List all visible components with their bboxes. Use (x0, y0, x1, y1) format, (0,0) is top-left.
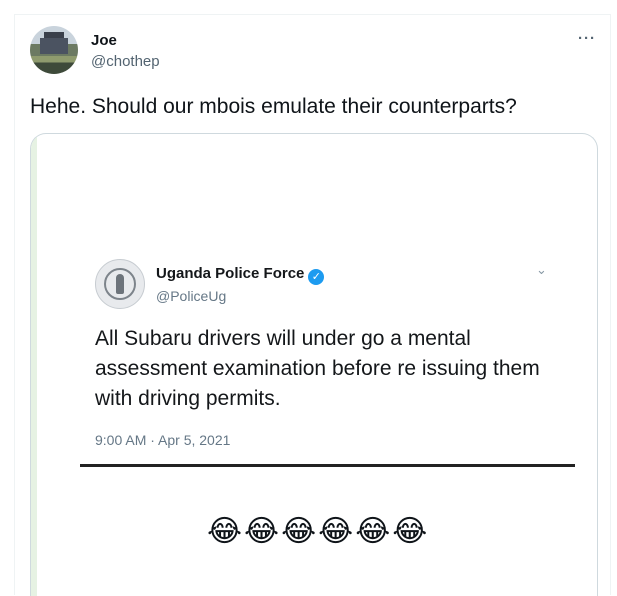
avatar-building (40, 38, 68, 54)
embedded-tweet-text: All Subaru drivers will under go a menta… (95, 327, 540, 410)
laughing-emoji-row: 😂😂😂😂😂😂 (207, 515, 430, 548)
author-handle[interactable]: @chothep (91, 53, 160, 70)
author-name[interactable]: Joe (91, 32, 117, 49)
embedded-account-name: Uganda Police Force ✓ (156, 265, 325, 285)
tweet-text: Hehe. Should our mbois emulate their cou… (30, 95, 517, 118)
embedded-timestamp: 9:00 AM · Apr 5, 2021 (95, 432, 231, 448)
embedded-account-handle: @PoliceUg (156, 288, 227, 304)
more-options-icon[interactable]: ··· (578, 30, 596, 47)
embedded-account-name-text: Uganda Police Force (156, 265, 305, 282)
author-avatar[interactable] (30, 26, 78, 74)
police-logo-icon (95, 259, 145, 309)
chevron-down-icon: ⌄ (536, 262, 547, 277)
logo-bird (116, 274, 124, 294)
image-divider (80, 464, 575, 467)
verified-badge-icon: ✓ (308, 269, 325, 285)
tweet-media-image[interactable]: Uganda Police Force ✓ @PoliceUg ⌄ All Sub… (30, 133, 598, 596)
image-edge (31, 134, 37, 596)
